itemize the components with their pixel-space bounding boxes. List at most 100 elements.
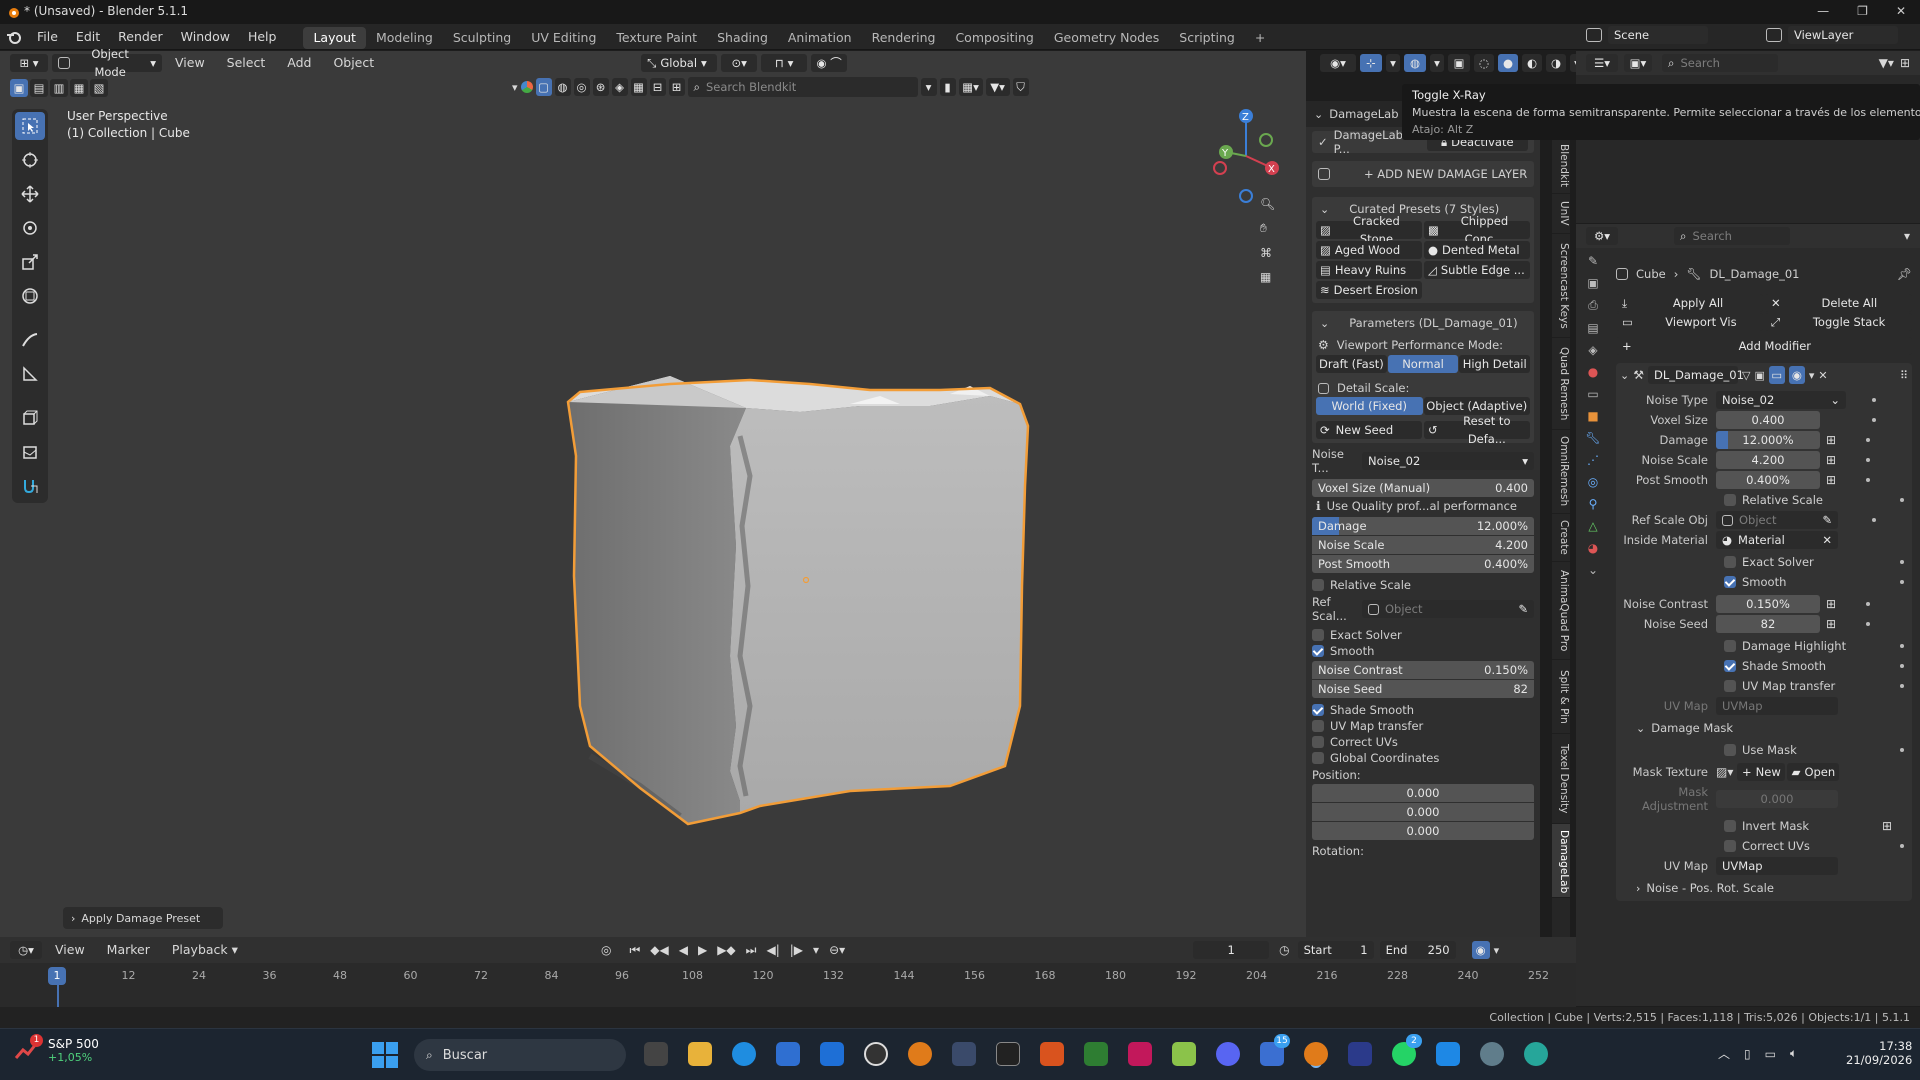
close-icon[interactable]: ✕ bbox=[1896, 4, 1906, 18]
transform-tool-icon[interactable] bbox=[15, 282, 45, 310]
position-z-field[interactable]: 0.000 bbox=[1312, 822, 1534, 840]
prop-shade-smooth-checkbox[interactable]: Shade Smooth bbox=[1616, 659, 1912, 673]
object-tab-icon[interactable]: ■ bbox=[1587, 409, 1598, 423]
task-view-icon[interactable] bbox=[644, 1042, 668, 1066]
collection-tab-icon[interactable]: ▭ bbox=[1587, 387, 1598, 401]
noise-scale-field[interactable]: Noise Scale 4.200 bbox=[1312, 536, 1534, 554]
render-display-icon[interactable]: ◉ bbox=[1788, 366, 1805, 384]
tab-rendering[interactable]: Rendering bbox=[862, 27, 946, 49]
display-mode-icon[interactable]: ▣▾ bbox=[1624, 54, 1652, 72]
keyframe-dot[interactable] bbox=[1866, 478, 1871, 482]
editor-type-icon[interactable]: ⊞ ▾ bbox=[10, 54, 48, 72]
settings-icon[interactable] bbox=[1480, 1042, 1504, 1066]
mode-dropdown[interactable]: Object Mode ▾ bbox=[52, 47, 162, 79]
perf-normal-button[interactable]: Normal bbox=[1387, 355, 1459, 373]
filter-icon[interactable]: ▼▾ bbox=[985, 78, 1010, 96]
xray-icon[interactable]: ▣ bbox=[1448, 54, 1470, 72]
playhead[interactable]: 1 bbox=[48, 967, 66, 985]
camera-icon[interactable]: ⌘ bbox=[1260, 246, 1275, 260]
data-tab-icon[interactable]: △ bbox=[1588, 519, 1597, 533]
brave-icon[interactable] bbox=[1040, 1042, 1064, 1066]
edge-browser-icon[interactable] bbox=[732, 1042, 756, 1066]
tab-geometry-nodes[interactable]: Geometry Nodes bbox=[1044, 27, 1169, 49]
keyframe-dot[interactable] bbox=[1866, 458, 1871, 462]
select-subtract-icon[interactable]: ▥ bbox=[50, 79, 68, 97]
prop-inside-material-field[interactable]: ◕ Material ✕ bbox=[1716, 531, 1838, 549]
drag-handle-icon[interactable]: ⠿ bbox=[1900, 369, 1908, 382]
reset-defaults-button[interactable]: ↺ Reset to Defa... bbox=[1424, 414, 1530, 446]
move-tool-icon[interactable] bbox=[15, 180, 45, 208]
blendkit-dropdown-icon[interactable]: ▾ bbox=[920, 78, 937, 96]
prop-noise-contrast-field[interactable]: 0.150% bbox=[1716, 595, 1820, 613]
asset-scene-icon[interactable]: ⊛ bbox=[592, 78, 609, 96]
asset-printable-icon[interactable]: ◎ bbox=[573, 78, 590, 96]
outlook-icon[interactable] bbox=[820, 1042, 844, 1066]
tab-animaquad-pro[interactable]: AnimaQuad Pro bbox=[1552, 562, 1570, 660]
scale-tool-icon[interactable] bbox=[15, 248, 45, 276]
material-shading-icon[interactable]: ◐ bbox=[1522, 54, 1542, 72]
prop-damage-slider[interactable]: 12.000% bbox=[1716, 431, 1820, 449]
global-coords-checkbox[interactable]: Global Coordinates bbox=[1312, 750, 1534, 766]
timeline-marker-menu[interactable]: Marker bbox=[98, 938, 159, 962]
shield-icon[interactable]: ⛉ bbox=[1012, 78, 1029, 96]
jump-start-icon[interactable]: ⏮ bbox=[629, 943, 640, 958]
measure-tool-icon[interactable] bbox=[15, 360, 45, 388]
select-intersect-icon[interactable]: ▧ bbox=[90, 79, 108, 97]
asset-addon-icon[interactable]: ⊞ bbox=[668, 78, 685, 96]
funnel-icon[interactable]: ▽ bbox=[1742, 369, 1750, 382]
battery-icon[interactable]: ▯ bbox=[1744, 1047, 1751, 1061]
asset-nodegroup-icon[interactable]: ⊟ bbox=[649, 78, 666, 96]
relative-scale-checkbox[interactable]: Relative Scale bbox=[1312, 577, 1534, 593]
noise-type-dropdown[interactable]: Noise_02 ▾ bbox=[1362, 452, 1534, 470]
rendered-shading-icon[interactable]: ◑ bbox=[1546, 54, 1566, 72]
ref-scale-object-field[interactable]: Object ✎ bbox=[1362, 600, 1534, 618]
prop-correct-uvs-checkbox[interactable]: Correct UVs bbox=[1616, 839, 1912, 853]
bookmark-icon[interactable]: ▮ bbox=[939, 78, 956, 96]
add-workspace-icon[interactable]: + bbox=[1245, 27, 1275, 49]
prop-noise-seed-field[interactable]: 82 bbox=[1716, 615, 1820, 633]
media-app-icon[interactable] bbox=[1128, 1042, 1152, 1066]
prop-noise-type-dropdown[interactable]: Noise_02 ⌄ bbox=[1716, 391, 1846, 409]
select-menu[interactable]: Select bbox=[218, 51, 275, 75]
start-frame-field[interactable]: Start 1 bbox=[1297, 941, 1374, 959]
minimize-icon[interactable]: — bbox=[1817, 4, 1829, 18]
clock[interactable]: 17:38 21/09/2026 bbox=[1846, 1039, 1912, 1067]
properties-editor-icon[interactable]: ⚙▾ bbox=[1586, 227, 1618, 245]
prop-mask-adjustment-field[interactable]: 0.000 bbox=[1716, 790, 1838, 808]
tab-compositing[interactable]: Compositing bbox=[945, 27, 1043, 49]
mask-open-button[interactable]: ▰ Open bbox=[1787, 763, 1840, 781]
keyframe-dot[interactable] bbox=[1872, 418, 1876, 422]
record-icon[interactable]: ◎ bbox=[601, 943, 611, 957]
modifier-name-field[interactable]: DL_Damage_01 bbox=[1647, 366, 1744, 384]
solid-shading-icon[interactable]: ● bbox=[1498, 54, 1518, 72]
damage-tool-icon[interactable] bbox=[15, 438, 45, 466]
current-frame-field[interactable]: 1 bbox=[1193, 941, 1270, 959]
keyframe-dot[interactable] bbox=[1866, 438, 1871, 442]
tab-damagelab[interactable]: DamageLab bbox=[1552, 824, 1570, 898]
outliner-search-input[interactable]: ⌕ Search bbox=[1662, 54, 1778, 72]
add-menu[interactable]: Add bbox=[278, 51, 320, 75]
store-icon[interactable] bbox=[776, 1042, 800, 1066]
prop-noise-scale-field[interactable]: 4.200 bbox=[1716, 451, 1820, 469]
keyframe-dot[interactable] bbox=[1872, 398, 1876, 402]
timeline-options-icon[interactable]: ▾ bbox=[1494, 944, 1500, 957]
globe-app-icon[interactable] bbox=[1524, 1042, 1548, 1066]
tray-chevron-icon[interactable]: ︿ bbox=[1718, 1045, 1730, 1062]
prop-post-smooth-field[interactable]: 0.400% bbox=[1716, 471, 1820, 489]
blendkit-logo-icon[interactable] bbox=[520, 81, 533, 93]
prev-keyframe-icon[interactable]: ◆◀ bbox=[650, 943, 668, 957]
texture-icon[interactable]: ▨▾ bbox=[1716, 765, 1733, 779]
volume-icon[interactable]: 🔈︎ bbox=[1790, 1046, 1797, 1061]
add-modifier-button[interactable]: + Add Modifier bbox=[1616, 337, 1912, 355]
next-keyframe-icon[interactable]: ▶◆ bbox=[717, 943, 735, 957]
preset-dented-metal[interactable]: ● Dented Metal bbox=[1424, 241, 1530, 259]
collapse-icon[interactable]: ⌄ bbox=[1620, 369, 1629, 382]
autokey-icon[interactable]: ⊖▾ bbox=[829, 943, 845, 957]
dropdown-icon[interactable]: ▾ bbox=[1809, 369, 1815, 382]
visibility-icon[interactable]: ◉▾ bbox=[1320, 54, 1356, 72]
smooth-checkbox[interactable]: Smooth bbox=[1312, 643, 1534, 659]
prop-uvmap2-field[interactable]: UVMap bbox=[1716, 857, 1838, 875]
jump-end-icon[interactable]: ⏭ bbox=[746, 943, 757, 958]
asset-brush-icon[interactable]: ▦ bbox=[630, 78, 647, 96]
blender-active-icon[interactable] bbox=[1304, 1042, 1328, 1066]
